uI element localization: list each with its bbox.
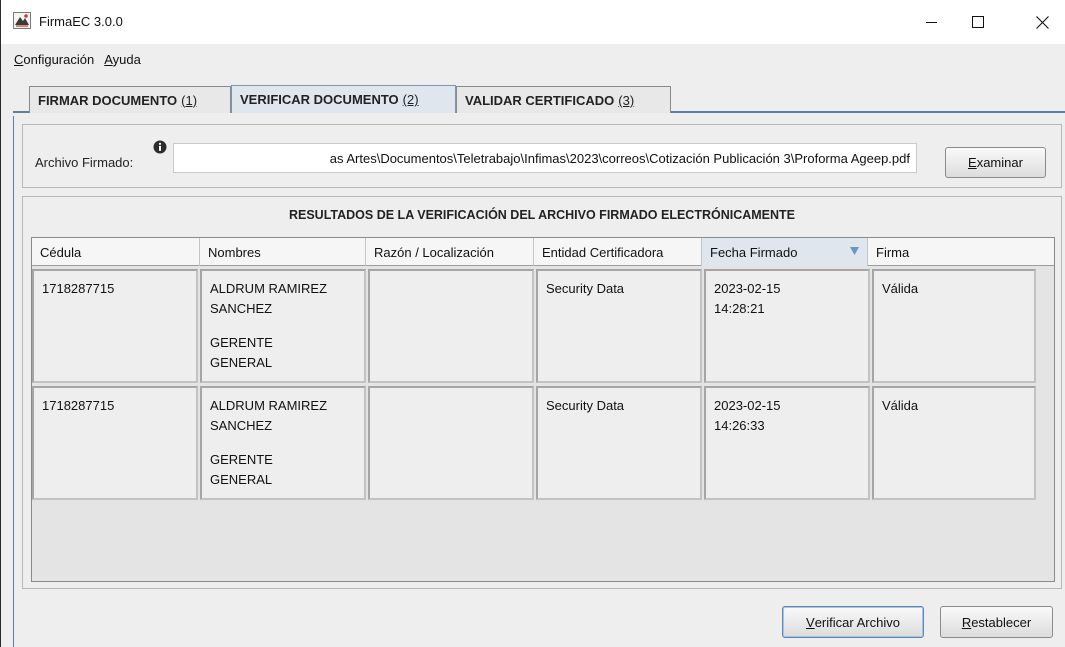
minimize-button[interactable] bbox=[909, 0, 955, 44]
verificar-panel: Archivo Firmado: as Artes\Documentos\Tel… bbox=[13, 116, 1065, 647]
cell-fecha: 2023-02-15 14:28:21 bbox=[704, 269, 870, 383]
tab-strip: FIRMAR DOCUMENTO (1) VERIFICAR DOCUMENTO(… bbox=[1, 74, 1065, 116]
firma-value: Válida bbox=[882, 398, 919, 413]
tab-validar-label: VALIDAR CERTIFICADO bbox=[465, 92, 615, 108]
cell-firma: Válida bbox=[872, 269, 1036, 383]
tab-verificar-documento[interactable]: VERIFICAR DOCUMENTO (2) bbox=[231, 85, 456, 113]
entidad-value: Security Data bbox=[546, 398, 625, 413]
close-icon bbox=[1035, 15, 1049, 29]
tab-validar-certificado[interactable]: VALIDAR CERTIFICADO (3) bbox=[456, 86, 671, 113]
entidad-value: Security Data bbox=[546, 281, 625, 296]
column-header-firma[interactable]: Firma bbox=[868, 238, 1054, 266]
tab-firmar-shortcut: (1) bbox=[181, 92, 198, 108]
examinar-label: xaminar bbox=[976, 155, 1023, 170]
sort-descending-icon bbox=[850, 247, 859, 255]
menu-ayuda-mnemonic: A bbox=[104, 51, 113, 67]
results-title: RESULTADOS DE LA VERIFICACIÓN DEL ARCHIV… bbox=[288, 208, 796, 222]
cell-firma: Válida bbox=[872, 386, 1036, 500]
column-header-nombres[interactable]: Nombres bbox=[200, 238, 366, 266]
firma-value: Válida bbox=[882, 281, 919, 296]
menu-configuracion-label: onfiguración bbox=[23, 51, 95, 67]
cell-entidad: Security Data bbox=[536, 269, 702, 383]
verificar-archivo-button[interactable]: Verificar Archivo bbox=[782, 606, 924, 638]
column-header-razon[interactable]: Razón / Localización bbox=[366, 238, 534, 266]
fecha-time: 14:26:33 bbox=[714, 418, 765, 433]
column-header-cedula[interactable]: Cédula bbox=[32, 238, 200, 266]
table-row[interactable]: 1718287715 ALDRUM RAMIREZ SANCHEZ GERENT… bbox=[32, 386, 1054, 500]
signed-file-path-value: as Artes\Documentos\Teletrabajo\Infimas\… bbox=[329, 150, 910, 166]
restablecer-mnemonic: R bbox=[961, 614, 972, 630]
examinar-mnemonic: E bbox=[968, 155, 977, 170]
cedula-value: 1718287715 bbox=[42, 281, 115, 296]
minimize-icon bbox=[926, 22, 937, 23]
menu-ayuda[interactable]: Ayuda bbox=[103, 50, 142, 69]
nombres-line: SANCHEZ bbox=[210, 418, 273, 433]
column-header-fecha-label: Fecha Firmado bbox=[710, 244, 798, 260]
fecha-date: 2023-02-15 bbox=[714, 281, 781, 296]
signed-file-path-input[interactable]: as Artes\Documentos\Teletrabajo\Infimas\… bbox=[173, 143, 917, 173]
table-row[interactable]: 1718287715 ALDRUM RAMIREZ SANCHEZ GERENT… bbox=[32, 269, 1054, 383]
fecha-time: 14:28:21 bbox=[714, 301, 765, 316]
file-label: Archivo Firmado: bbox=[35, 155, 134, 170]
menu-configuracion-mnemonic: C bbox=[14, 51, 24, 67]
cell-nombres: ALDRUM RAMIREZ SANCHEZ GERENTE GENERAL bbox=[200, 386, 366, 500]
app-window: FirmaEC 3.0.0 Configuración Ayuda FIRMAR… bbox=[0, 0, 1065, 647]
cell-razon bbox=[368, 386, 534, 500]
file-panel: Archivo Firmado: as Artes\Documentos\Tel… bbox=[22, 124, 1062, 188]
title-bar: FirmaEC 3.0.0 bbox=[1, 0, 1065, 44]
cell-razon bbox=[368, 269, 534, 383]
nombres-line: GERENTE bbox=[210, 335, 273, 350]
cedula-value: 1718287715 bbox=[42, 398, 115, 413]
nombres-line: ALDRUM RAMIREZ bbox=[210, 398, 328, 413]
cell-fecha: 2023-02-15 14:26:33 bbox=[704, 386, 870, 500]
tab-firmar-documento[interactable]: FIRMAR DOCUMENTO (1) bbox=[29, 86, 231, 113]
column-header-entidad[interactable]: Entidad Certificadora bbox=[534, 238, 702, 266]
tab-verificar-shortcut: (2) bbox=[402, 92, 419, 107]
cell-cedula: 1718287715 bbox=[32, 269, 198, 383]
tab-verificar-label: VERIFICAR DOCUMENTO bbox=[240, 92, 399, 107]
nombres-line: GERENTE bbox=[210, 452, 273, 467]
verificar-label: erificar Archivo bbox=[814, 614, 900, 630]
restablecer-button[interactable]: Restablecer bbox=[940, 606, 1053, 638]
fecha-date: 2023-02-15 bbox=[714, 398, 781, 413]
nombres-line: ALDRUM RAMIREZ bbox=[210, 281, 328, 296]
tab-validar-shortcut: (3) bbox=[618, 92, 635, 108]
examinar-button[interactable]: Examinar bbox=[945, 147, 1046, 178]
nombres-line: GENERAL bbox=[210, 355, 273, 370]
menu-bar: Configuración Ayuda bbox=[1, 44, 1065, 74]
column-header-fecha-firmado[interactable]: Fecha Firmado bbox=[702, 238, 868, 266]
info-icon[interactable] bbox=[153, 140, 167, 154]
close-button[interactable] bbox=[1019, 0, 1065, 44]
menu-configuracion[interactable]: Configuración bbox=[13, 50, 95, 69]
table-header: Cédula Nombres Razón / Localización Enti… bbox=[32, 238, 1054, 266]
maximize-button[interactable] bbox=[955, 0, 1001, 44]
nombres-line: GENERAL bbox=[210, 472, 273, 487]
window-title: FirmaEC 3.0.0 bbox=[39, 14, 123, 29]
menu-ayuda-label: yuda bbox=[112, 51, 141, 67]
verificar-mnemonic: V bbox=[806, 614, 815, 630]
nombres-line: SANCHEZ bbox=[210, 301, 273, 316]
restablecer-label: establecer bbox=[971, 614, 1032, 630]
maximize-icon bbox=[972, 16, 984, 28]
results-table[interactable]: Cédula Nombres Razón / Localización Enti… bbox=[31, 237, 1055, 582]
cell-nombres: ALDRUM RAMIREZ SANCHEZ GERENTE GENERAL bbox=[200, 269, 366, 383]
cell-entidad: Security Data bbox=[536, 386, 702, 500]
results-panel: RESULTADOS DE LA VERIFICACIÓN DEL ARCHIV… bbox=[22, 196, 1062, 589]
cell-cedula: 1718287715 bbox=[32, 386, 198, 500]
firmaec-app-icon bbox=[13, 12, 31, 29]
tab-firmar-label: FIRMAR DOCUMENTO bbox=[38, 92, 178, 108]
